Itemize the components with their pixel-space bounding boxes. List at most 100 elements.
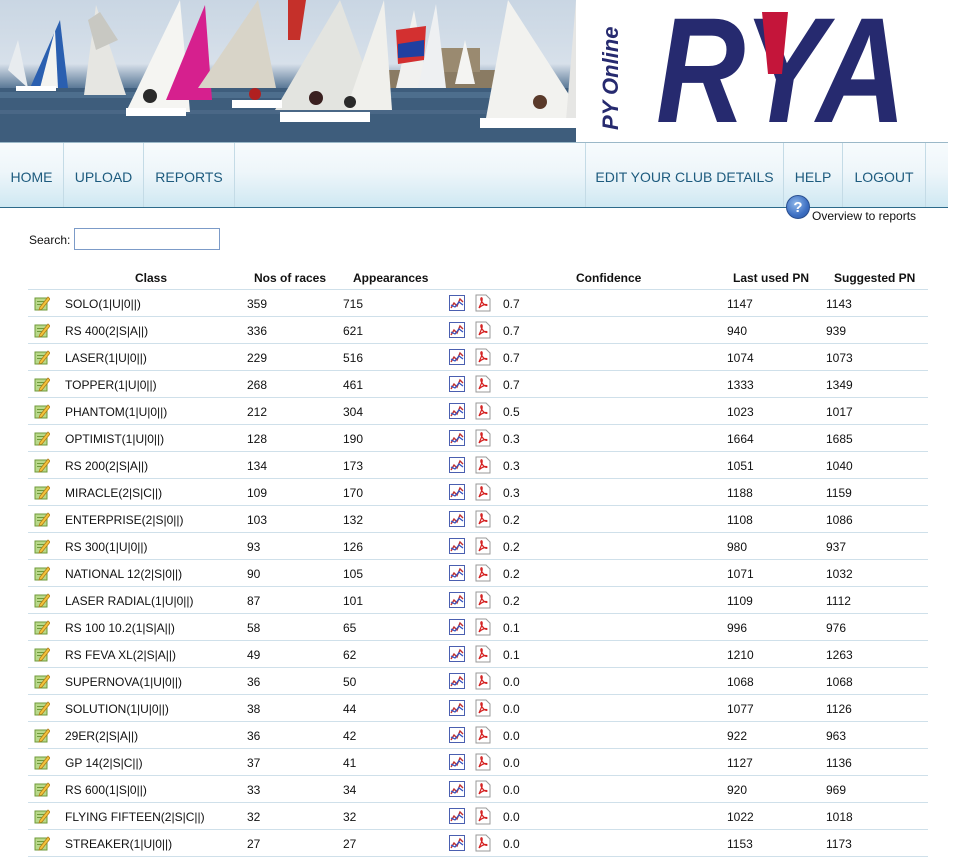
table-row: NATIONAL 12(2|S|0||) 90 105 0.2 1071 103…: [28, 560, 928, 587]
pdf-icon[interactable]: [475, 753, 491, 771]
pdf-icon[interactable]: [475, 726, 491, 744]
cell-suggested-pn: 1173: [826, 837, 852, 851]
search-input[interactable]: [74, 228, 220, 250]
edit-pencil-icon[interactable]: [34, 835, 51, 851]
chart-icon[interactable]: [449, 700, 465, 716]
edit-pencil-icon[interactable]: [34, 376, 51, 392]
chart-icon[interactable]: [449, 619, 465, 635]
pdf-icon[interactable]: [475, 699, 491, 717]
nav-logout[interactable]: LOGOUT: [843, 143, 926, 207]
edit-pencil-icon[interactable]: [34, 349, 51, 365]
edit-pencil-icon[interactable]: [34, 781, 51, 797]
chart-icon[interactable]: [449, 592, 465, 608]
cell-confidence: 0.0: [503, 756, 520, 770]
edit-pencil-icon[interactable]: [34, 457, 51, 473]
nav-upload[interactable]: UPLOAD: [64, 143, 144, 207]
chart-icon[interactable]: [449, 403, 465, 419]
column-header-appearances[interactable]: Appearances: [353, 271, 428, 285]
chart-icon[interactable]: [449, 376, 465, 392]
table-row: OPTIMIST(1|U|0||) 128 190 0.3 1664 1685: [28, 425, 928, 452]
cell-appearances: 42: [343, 729, 357, 743]
pdf-icon[interactable]: [475, 375, 491, 393]
edit-pencil-icon[interactable]: [34, 322, 51, 338]
column-header-races[interactable]: Nos of races: [254, 271, 326, 285]
pdf-icon[interactable]: [475, 564, 491, 582]
cell-last-used-pn: 1188: [727, 486, 753, 500]
column-header-confidence[interactable]: Confidence: [576, 271, 641, 285]
pdf-icon[interactable]: [475, 780, 491, 798]
chart-icon[interactable]: [449, 457, 465, 473]
cell-class: LASER RADIAL(1|U|0||): [65, 594, 194, 608]
edit-pencil-icon[interactable]: [34, 484, 51, 500]
edit-pencil-icon[interactable]: [34, 592, 51, 608]
chart-icon[interactable]: [449, 646, 465, 662]
cell-confidence: 0.2: [503, 594, 520, 608]
nav-edit-club-details[interactable]: EDIT YOUR CLUB DETAILS: [585, 143, 784, 207]
edit-pencil-icon[interactable]: [34, 673, 51, 689]
chart-icon[interactable]: [449, 754, 465, 770]
chart-icon[interactable]: [449, 511, 465, 527]
pdf-icon[interactable]: [475, 645, 491, 663]
chart-icon[interactable]: [449, 295, 465, 311]
edit-pencil-icon[interactable]: [34, 511, 51, 527]
pdf-icon[interactable]: [475, 618, 491, 636]
pdf-icon[interactable]: [475, 321, 491, 339]
overview-to-reports-label[interactable]: Overview to reports: [812, 209, 916, 223]
nav-home[interactable]: HOME: [0, 143, 64, 207]
chart-icon[interactable]: [449, 322, 465, 338]
table-row: RS 100 10.2(1|S|A||) 58 65 0.1 996 976: [28, 614, 928, 641]
cell-suggested-pn: 1136: [826, 756, 852, 770]
edit-pencil-icon[interactable]: [34, 754, 51, 770]
rya-logo[interactable]: RYA: [650, 0, 912, 154]
cell-last-used-pn: 1108: [727, 513, 753, 527]
table-row: SOLO(1|U|0||) 359 715 0.7 1147 1143: [28, 290, 928, 317]
pdf-icon[interactable]: [475, 348, 491, 366]
edit-pencil-icon[interactable]: [34, 619, 51, 635]
edit-pencil-icon[interactable]: [34, 646, 51, 662]
edit-pencil-icon[interactable]: [34, 565, 51, 581]
cell-appearances: 621: [343, 324, 364, 338]
edit-pencil-icon[interactable]: [34, 700, 51, 716]
pdf-icon[interactable]: [475, 294, 491, 312]
cell-appearances: 132: [343, 513, 364, 527]
chart-icon[interactable]: [449, 538, 465, 554]
edit-pencil-icon[interactable]: [34, 808, 51, 824]
cell-confidence: 0.7: [503, 378, 520, 392]
edit-pencil-icon[interactable]: [34, 430, 51, 446]
chart-icon[interactable]: [449, 565, 465, 581]
pdf-icon[interactable]: [475, 510, 491, 528]
cell-appearances: 461: [343, 378, 364, 392]
column-header-suggested-pn[interactable]: Suggested PN: [834, 271, 915, 285]
pdf-icon[interactable]: [475, 537, 491, 555]
column-header-last-used-pn[interactable]: Last used PN: [733, 271, 809, 285]
edit-pencil-icon[interactable]: [34, 727, 51, 743]
table-row: 29ER(2|S|A||) 36 42 0.0 922 963: [28, 722, 928, 749]
edit-pencil-icon[interactable]: [34, 538, 51, 554]
pdf-icon[interactable]: [475, 483, 491, 501]
column-header-class[interactable]: Class: [135, 271, 167, 285]
chart-icon[interactable]: [449, 430, 465, 446]
chart-icon[interactable]: [449, 484, 465, 500]
cell-confidence: 0.7: [503, 324, 520, 338]
edit-pencil-icon[interactable]: [34, 403, 51, 419]
pdf-icon[interactable]: [475, 672, 491, 690]
pdf-icon[interactable]: [475, 591, 491, 609]
pdf-icon[interactable]: [475, 402, 491, 420]
chart-icon[interactable]: [449, 673, 465, 689]
chart-icon[interactable]: [449, 349, 465, 365]
chart-icon[interactable]: [449, 835, 465, 851]
chart-icon[interactable]: [449, 727, 465, 743]
pdf-icon[interactable]: [475, 807, 491, 825]
pdf-icon[interactable]: [475, 456, 491, 474]
question-icon[interactable]: ?: [786, 195, 810, 219]
chart-icon[interactable]: [449, 808, 465, 824]
chart-icon[interactable]: [449, 781, 465, 797]
table-row: SOLUTION(1|U|0||) 38 44 0.0 1077 1126: [28, 695, 928, 722]
cell-races: 90: [247, 567, 261, 581]
nav-reports[interactable]: REPORTS: [144, 143, 235, 207]
cell-confidence: 0.0: [503, 837, 520, 851]
pdf-icon[interactable]: [475, 834, 491, 852]
edit-pencil-icon[interactable]: [34, 295, 51, 311]
pdf-icon[interactable]: [475, 429, 491, 447]
cell-appearances: 173: [343, 459, 364, 473]
